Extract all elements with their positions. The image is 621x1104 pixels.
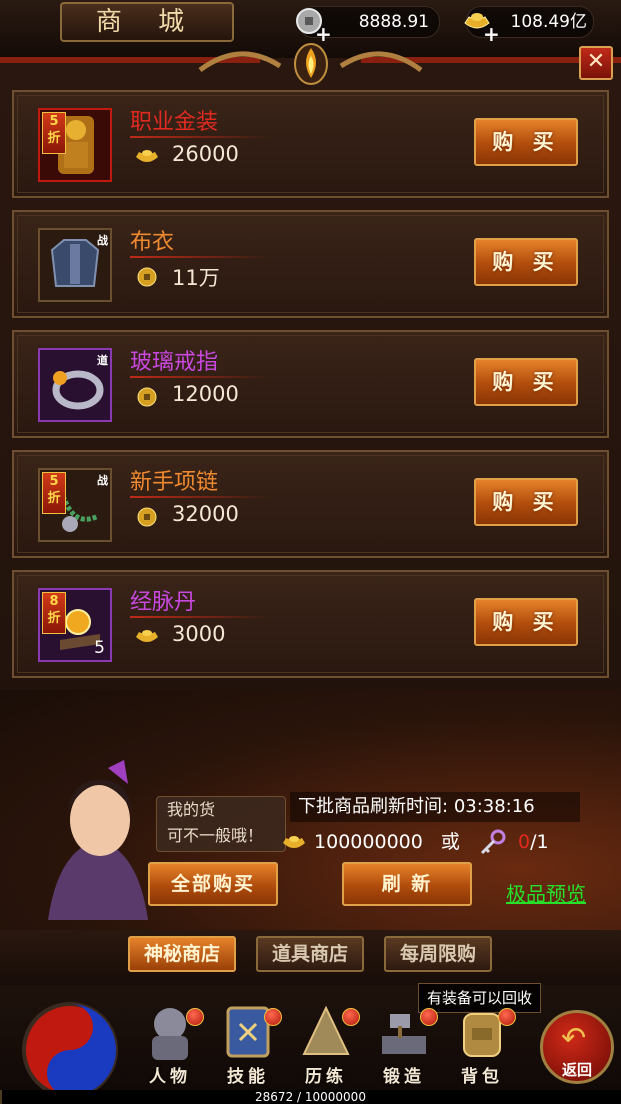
notification-dot — [420, 1008, 438, 1026]
refresh-time: 03:38:16 — [453, 796, 535, 817]
shop-item: 8 折 5 经脉丹 3000 购 买 — [12, 570, 609, 678]
nav-forge[interactable]: 锻造 — [366, 1000, 442, 1090]
back-label: 返回 — [561, 1061, 592, 1079]
copper-coin-icon — [137, 507, 157, 527]
shop-screen: 商 城 + 8888.91 + 108.49亿 ✕ 5 折 职业金装 26000… — [0, 0, 621, 1104]
name-underline — [130, 496, 270, 498]
flame-emblem-icon — [294, 43, 328, 85]
refresh-timer: 下批商品刷新时间: 03:38:16 — [290, 792, 580, 822]
notification-dot — [342, 1008, 360, 1026]
refresh-button[interactable]: 刷 新 — [342, 862, 472, 906]
item-icon-frame[interactable]: 战 — [38, 228, 112, 302]
silver-amount: 8888.91 — [358, 12, 429, 32]
item-icon-frame[interactable]: 道 — [38, 348, 112, 422]
item-price: 3000 — [172, 622, 226, 646]
gold-ingot-icon — [136, 150, 158, 162]
class-tag: 道 — [97, 354, 108, 367]
item-icon-frame[interactable]: 5 折 战 — [38, 468, 112, 542]
speech-line-1: 我的货 — [167, 800, 216, 819]
buy-button[interactable]: 购 买 — [474, 238, 578, 286]
buy-all-button[interactable]: 全部购买 — [148, 862, 278, 906]
discount-badge: 5 折 — [42, 112, 66, 154]
copper-coin-icon — [137, 267, 157, 287]
notification-dot — [498, 1008, 516, 1026]
item-name: 玻璃戒指 — [130, 350, 219, 375]
discount-badge: 5 折 — [42, 472, 66, 514]
silver-currency[interactable]: + 8888.91 — [296, 6, 440, 46]
key-count: 0 — [518, 831, 531, 853]
gold-ingot-icon — [136, 630, 158, 642]
name-underline — [130, 376, 270, 378]
back-button[interactable]: ↶ 返回 — [540, 1010, 614, 1084]
item-price: 11万 — [172, 266, 220, 290]
experience-text: 28672 / 10000000 — [255, 1090, 366, 1104]
speech-line-2: 可不一般哦！ — [167, 826, 264, 845]
tab-mystery-shop[interactable]: 神秘商店 — [128, 936, 236, 972]
copper-coin-icon — [137, 387, 157, 407]
buy-button[interactable]: 购 买 — [474, 478, 578, 526]
item-price: 12000 — [172, 382, 239, 406]
buy-button[interactable]: 购 买 — [474, 598, 578, 646]
notification-dot — [264, 1008, 282, 1026]
refresh-key-icon — [480, 829, 506, 854]
shopkeeper-portrait — [48, 760, 148, 920]
item-price: 32000 — [172, 502, 239, 526]
item-icon-frame[interactable]: 5 折 — [38, 108, 112, 182]
shop-item: 战 布衣 11万 购 买 — [12, 210, 609, 318]
shopkeeper-speech: 我的货 可不一般哦！ — [156, 796, 286, 852]
nav-skills[interactable]: 技能 — [210, 1000, 286, 1090]
notification-dot — [186, 1008, 204, 1026]
buy-button[interactable]: 购 买 — [474, 118, 578, 166]
gold-currency[interactable]: + 108.49亿 — [464, 6, 594, 46]
refresh-label: 下批商品刷新时间: — [298, 796, 449, 817]
gold-ingot-icon — [283, 835, 305, 848]
experience-fill — [0, 1090, 2, 1104]
nav-label: 技能 — [227, 1067, 269, 1087]
nav-label: 历练 — [305, 1067, 347, 1087]
shop-title: 商 城 — [60, 2, 234, 42]
item-name: 经脉丹 — [130, 590, 197, 615]
buy-button[interactable]: 购 买 — [474, 358, 578, 406]
refresh-cost: 100000000 或 0/1 — [280, 826, 549, 858]
yin-yang-icon[interactable] — [20, 1000, 120, 1100]
class-tag: 战 — [97, 474, 108, 487]
class-tag: 战 — [97, 234, 108, 247]
back-arrow-icon: ↶ — [561, 1021, 587, 1056]
item-name: 新手项链 — [130, 470, 219, 495]
name-underline — [130, 256, 270, 258]
name-underline — [130, 616, 270, 618]
gold-amount: 108.49亿 — [510, 12, 587, 32]
nav-label: 锻造 — [383, 1067, 425, 1087]
nav-label: 背包 — [461, 1067, 503, 1087]
shop-item: 5 折 战 新手项链 32000 购 买 — [12, 450, 609, 558]
item-name: 布衣 — [130, 230, 175, 255]
item-count: 5 — [94, 638, 105, 658]
discount-badge: 8 折 — [42, 592, 66, 634]
item-name: 职业金装 — [130, 110, 219, 135]
nav-training[interactable]: 历练 — [288, 1000, 364, 1090]
key-total: /1 — [530, 831, 549, 853]
tab-weekly-limit[interactable]: 每周限购 — [384, 936, 492, 972]
refresh-ingot-cost: 100000000 — [314, 831, 423, 853]
nav-label: 人物 — [149, 1067, 191, 1087]
shop-item: 5 折 职业金装 26000 购 买 — [12, 90, 609, 198]
premium-preview-link[interactable]: 极品预览 — [506, 878, 586, 907]
item-icon-frame[interactable]: 8 折 5 — [38, 588, 112, 662]
shop-item: 道 玻璃戒指 12000 购 买 — [12, 330, 609, 438]
close-button[interactable]: ✕ — [579, 46, 613, 80]
tab-item-shop[interactable]: 道具商店 — [256, 936, 364, 972]
nav-backpack[interactable]: 背包 — [444, 1000, 520, 1090]
experience-bar: 28672 / 10000000 — [0, 1090, 621, 1104]
item-price: 26000 — [172, 142, 239, 166]
name-underline — [130, 136, 270, 138]
or-label: 或 — [440, 831, 460, 853]
nav-character[interactable]: 人物 — [132, 1000, 208, 1090]
